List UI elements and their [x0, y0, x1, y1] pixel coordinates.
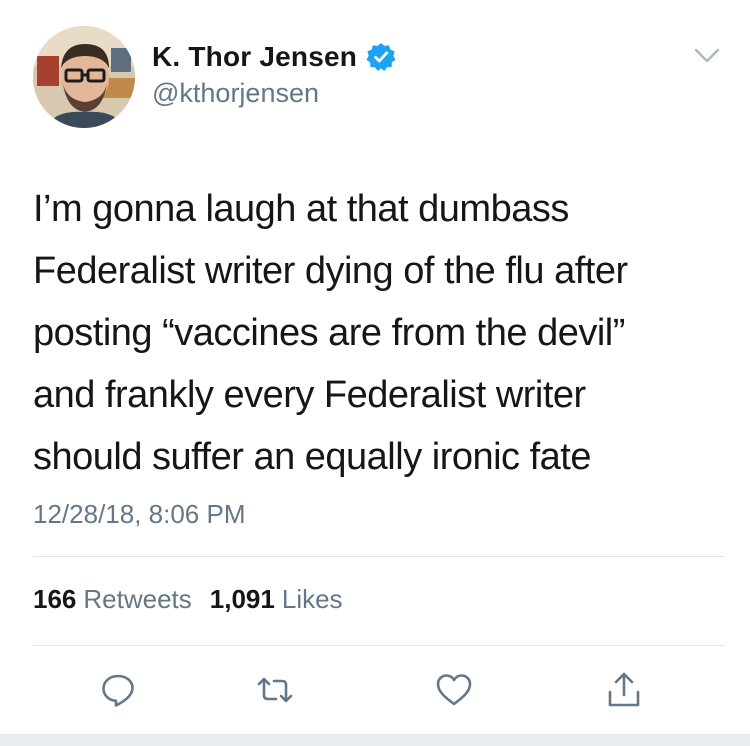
author-name-row[interactable]: K. Thor Jensen: [152, 40, 396, 74]
chevron-down-icon[interactable]: [694, 47, 720, 65]
likes-label: Likes: [281, 584, 343, 614]
author-display-name[interactable]: K. Thor Jensen: [152, 41, 357, 73]
reply-button[interactable]: [96, 668, 140, 712]
like-button[interactable]: [432, 668, 476, 712]
retweet-button[interactable]: [253, 668, 297, 712]
retweets-label: Retweets: [83, 584, 192, 614]
heart-icon: [436, 674, 472, 706]
retweets-count: 166: [33, 584, 77, 614]
tweet-card: K. Thor Jensen @kthorjensen I’m gonna la…: [0, 0, 750, 734]
retweets-stat[interactable]: 166 Retweets: [33, 584, 192, 615]
tweet-text: I’m gonna laugh at that dumbass Federali…: [33, 188, 628, 478]
bottom-bar: [0, 734, 750, 746]
retweet-icon: [257, 677, 293, 703]
likes-stat[interactable]: 1,091 Likes: [210, 584, 343, 615]
likes-count: 1,091: [209, 584, 275, 614]
tweet-stats: 166 Retweets 1,091 Likes: [33, 584, 343, 615]
author-avatar[interactable]: [33, 26, 135, 128]
divider: [33, 556, 725, 557]
tweet-timestamp[interactable]: 12/28/18, 8:06 PM: [33, 499, 245, 530]
share-button[interactable]: [602, 668, 646, 712]
reply-icon: [102, 674, 134, 707]
author-handle[interactable]: @kthorjensen: [152, 78, 319, 109]
share-icon: [608, 672, 640, 707]
divider: [33, 645, 725, 646]
verified-badge-icon: [366, 42, 396, 72]
tweet-actions: [0, 668, 750, 712]
